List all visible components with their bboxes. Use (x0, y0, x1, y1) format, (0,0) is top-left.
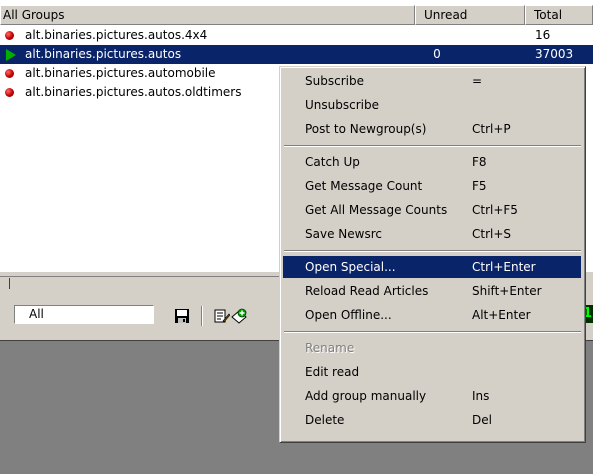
menu-item-shortcut: Ctrl+Enter (472, 260, 536, 274)
group-name: alt.binaries.pictures.autos (25, 47, 182, 61)
group-unread: 0 (433, 47, 441, 61)
menu-item-label: Get Message Count (305, 179, 423, 193)
column-header-unread[interactable]: Unread (415, 5, 525, 25)
group-total: 37003 (535, 47, 574, 61)
menu-item-subscribe[interactable]: Subscribe = (283, 70, 581, 92)
menu-item-get-message-count[interactable]: Get Message Count F5 (283, 175, 581, 197)
group-row[interactable]: green-arrow-icon alt.binaries.pictures.au… (0, 45, 593, 64)
menu-item-shortcut: Ins (472, 389, 490, 403)
red-ball-icon: red-ball-icon (5, 69, 14, 78)
properties-icon[interactable] (214, 308, 230, 324)
menu-item-catch-up[interactable]: Catch Up F8 (283, 151, 581, 173)
menu-item-get-all-message-counts[interactable]: Get All Message Counts Ctrl+F5 (283, 199, 581, 221)
menu-item-label: Unsubscribe (305, 98, 379, 112)
menu-item-label: Reload Read Articles (305, 284, 429, 298)
menu-item-shortcut: Del (472, 413, 492, 427)
group-name: alt.binaries.pictures.automobile (25, 66, 216, 80)
menu-item-label: Delete (305, 413, 345, 427)
menu-item-open-special[interactable]: Open Special... Ctrl+Enter (283, 256, 581, 278)
green-arrow-icon: green-arrow-icon (6, 49, 16, 61)
menu-item-rename: Rename (283, 337, 581, 359)
menu-item-shortcut: = (472, 74, 483, 88)
column-header-total[interactable]: Total (525, 5, 593, 25)
context-menu: Subscribe = Unsubscribe Post to Newgroup(s)… (279, 66, 586, 443)
menu-item-label: Edit read (305, 365, 360, 379)
menu-item-label: Get All Message Counts (305, 203, 448, 217)
group-row[interactable]: red-ball-icon alt.binaries.pictures.autos… (0, 26, 593, 45)
group-name: alt.binaries.pictures.autos.oldtimers (25, 85, 242, 99)
group-filter-select[interactable]: All (14, 305, 154, 324)
menu-item-label: Subscribe (305, 74, 364, 88)
menu-item-shortcut: Ctrl+F5 (472, 203, 518, 217)
menu-separator (284, 145, 581, 147)
group-name: alt.binaries.pictures.autos.4x4 (25, 28, 208, 42)
save-icon[interactable] (174, 308, 190, 324)
toolbar-separator (201, 306, 203, 326)
menu-item-shortcut: Ctrl+P (472, 122, 511, 136)
scrollbar-thumb[interactable] (0, 278, 10, 289)
column-header-name[interactable]: All Groups (0, 5, 415, 25)
menu-item-label: Open Offline... (305, 308, 392, 322)
menu-separator (284, 250, 581, 252)
red-ball-icon: red-ball-icon (5, 31, 14, 40)
menu-item-open-offline[interactable]: Open Offline... Alt+Enter (283, 304, 581, 326)
menu-item-shortcut: Shift+Enter (472, 284, 542, 298)
menu-item-label: Save Newsrc (305, 227, 382, 241)
menu-item-save-newsrc[interactable]: Save Newsrc Ctrl+S (283, 223, 581, 245)
menu-item-shortcut: F5 (472, 179, 487, 193)
menu-item-delete[interactable]: Delete Del (283, 409, 581, 431)
menu-item-reload-read-articles[interactable]: Reload Read Articles Shift+Enter (283, 280, 581, 302)
add-group-icon[interactable] (231, 308, 247, 324)
menu-item-shortcut: Ctrl+S (472, 227, 512, 241)
menu-item-shortcut: Alt+Enter (472, 308, 531, 322)
menu-item-edit-read[interactable]: Edit read (283, 361, 581, 383)
horizontal-scrollbar[interactable] (0, 276, 300, 290)
menu-item-label: Catch Up (305, 155, 360, 169)
group-total: 16 (535, 28, 551, 42)
menu-item-label: Add group manually (305, 389, 427, 403)
menu-item-shortcut: F8 (472, 155, 487, 169)
menu-item-label: Open Special... (305, 260, 396, 274)
menu-separator (284, 331, 581, 333)
menu-item-unsubscribe[interactable]: Unsubscribe (283, 94, 581, 116)
menu-item-post-to-newgroup-s[interactable]: Post to Newgroup(s) Ctrl+P (283, 118, 581, 140)
red-ball-icon: red-ball-icon (5, 88, 14, 97)
menu-item-label: Rename (305, 341, 355, 355)
menu-item-add-group-manually[interactable]: Add group manually Ins (283, 385, 581, 407)
menu-item-label: Post to Newgroup(s) (305, 122, 427, 136)
